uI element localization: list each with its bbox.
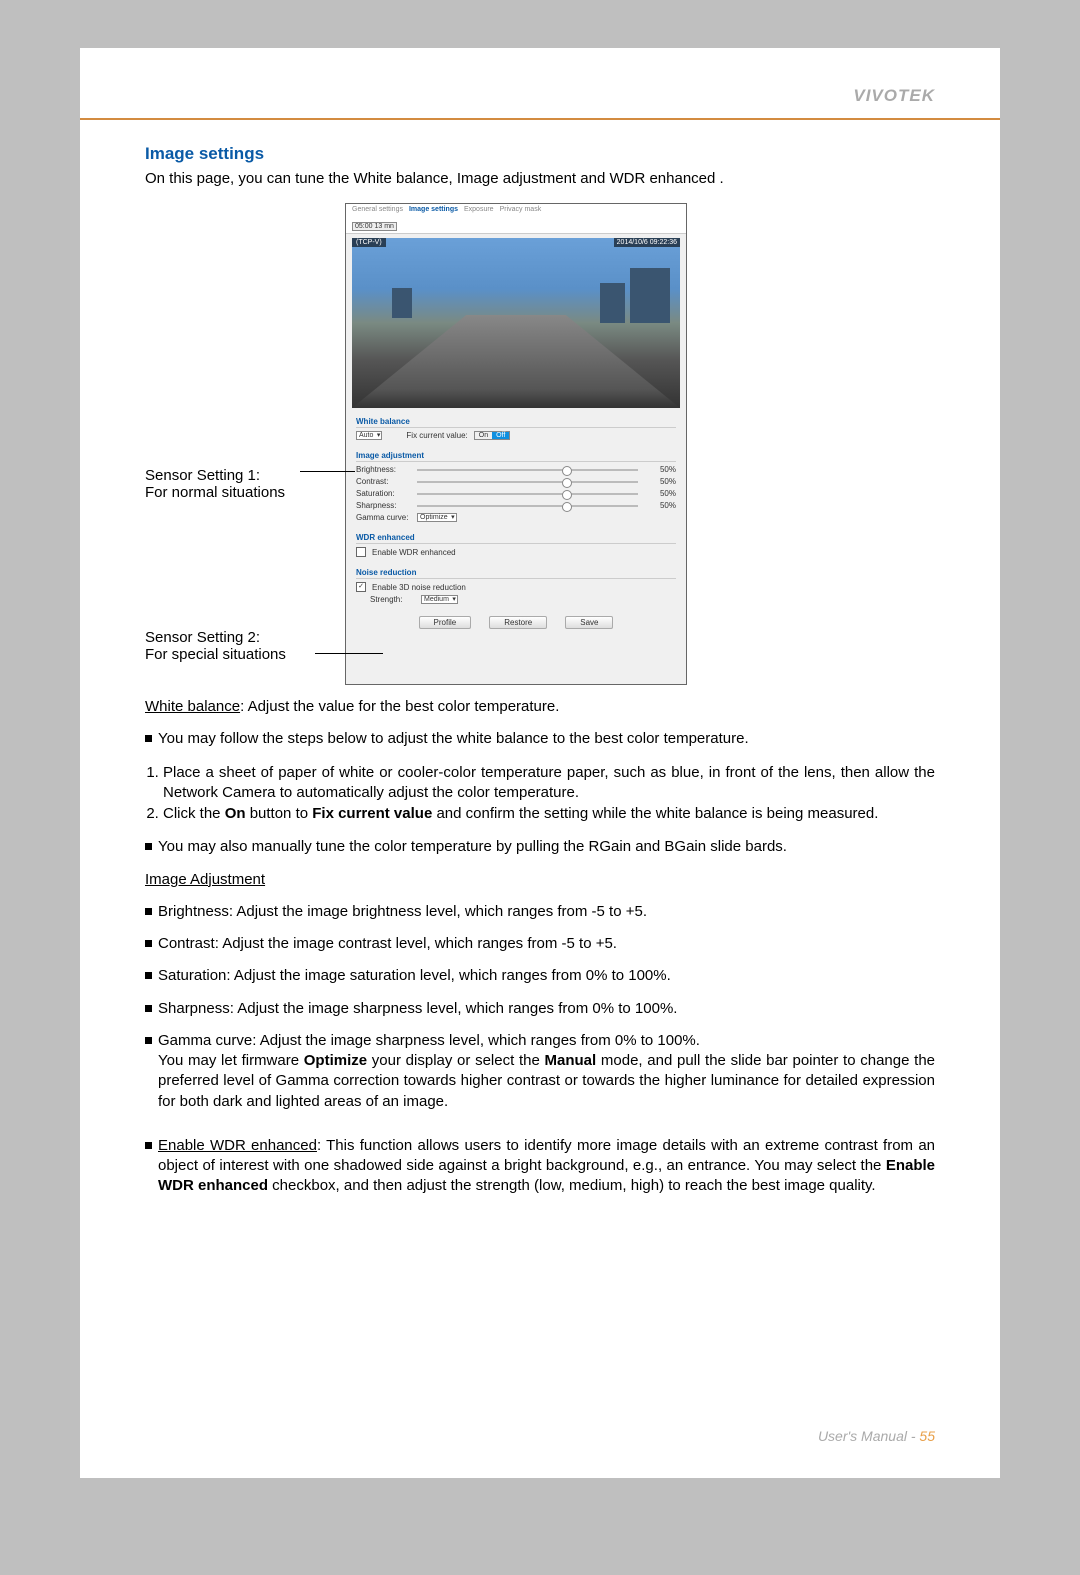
section-white-balance: White balance Auto Fix current value: On… (346, 412, 686, 446)
bullet-icon (145, 940, 152, 947)
tab-privacy-mask[interactable]: Privacy mask (500, 206, 542, 218)
label-sharpness: Sharpness: (356, 501, 411, 510)
intro-text: On this page, you can tune the White bal… (145, 170, 935, 187)
wb-manual: You may also manually tune the color tem… (158, 837, 787, 857)
section-noise-reduction: Noise reduction ✓ Enable 3D noise reducti… (346, 563, 686, 610)
callout-sensor-2: Sensor Setting 2: For special situations (145, 629, 286, 663)
fix-current-toggle[interactable]: On Off (474, 431, 511, 440)
label-contrast: Contrast: (356, 477, 411, 486)
panel-toolbar: 05:00 13 mn (346, 218, 686, 234)
profile-button[interactable]: Profile (419, 616, 472, 629)
tab-image-settings[interactable]: Image settings (409, 206, 458, 218)
video-preview: (TCP-V) 2014/10/6 09:22:36 (352, 238, 680, 408)
wb-head: White balance (145, 698, 240, 715)
footer-label: User's Manual - (818, 1428, 919, 1444)
step-2: Click the On button to Fix current value… (163, 804, 935, 824)
step-1: Place a sheet of paper of white or coole… (163, 763, 935, 804)
slider-saturation[interactable] (417, 493, 638, 495)
bullet-icon (145, 735, 152, 742)
page-footer: User's Manual - 55 (818, 1428, 935, 1444)
callout-1-line2: For normal situations (145, 484, 285, 501)
settings-diagram: General settings Image settings Exposure… (145, 203, 935, 683)
tab-general[interactable]: General settings (352, 206, 403, 218)
label-strength: Strength: (370, 595, 415, 604)
header-rule (80, 118, 1000, 120)
callout-1-line1: Sensor Setting 1: (145, 467, 285, 484)
wdr-enable-label: Enable WDR enhanced (372, 548, 456, 557)
value-sharpness: 50% (650, 501, 676, 510)
stream-label: (TCP-V) (352, 238, 386, 247)
label-gamma: Gamma curve: (356, 513, 411, 522)
select-gamma[interactable]: Optimize (417, 513, 457, 522)
label-brightness: Brightness: (356, 465, 411, 474)
nr-title: Noise reduction (356, 568, 676, 579)
bullet-icon (145, 1037, 152, 1044)
section-heading: Image settings (145, 144, 935, 164)
wb-title: White balance (356, 417, 676, 428)
nr-enable-label: Enable 3D noise reduction (372, 583, 466, 592)
value-saturation: 50% (650, 489, 676, 498)
value-brightness: 50% (650, 465, 676, 474)
select-strength[interactable]: Medium (421, 595, 458, 604)
toggle-on[interactable]: On (475, 432, 492, 439)
img-title: Image adjustment (356, 451, 676, 462)
wb-follow: You may follow the steps below to adjust… (158, 729, 749, 749)
li-sharpness: Sharpness: Adjust the image sharpness le… (158, 999, 677, 1019)
li-wdr: Enable WDR enhanced: This function allow… (158, 1136, 935, 1197)
tab-exposure[interactable]: Exposure (464, 206, 494, 218)
callout-2-line2: For special situations (145, 646, 286, 663)
section-wdr: WDR enhanced Enable WDR enhanced (346, 528, 686, 563)
li-saturation: Saturation: Adjust the image saturation … (158, 966, 671, 986)
timestamp-label: 2014/10/6 09:22:36 (614, 238, 680, 247)
bullet-icon (145, 1005, 152, 1012)
bullet-icon (145, 908, 152, 915)
wb-mode-select[interactable]: Auto (356, 431, 382, 440)
save-button[interactable]: Save (565, 616, 613, 629)
panel-buttons: Profile Restore Save (346, 616, 686, 629)
img-adj-head: Image Adjustment (145, 871, 265, 888)
slider-contrast[interactable] (417, 481, 638, 483)
slider-brightness[interactable] (417, 469, 638, 471)
footer-page-number: 55 (919, 1428, 935, 1444)
body-text: White balance: Adjust the value for the … (145, 697, 935, 1197)
settings-panel: General settings Image settings Exposure… (345, 203, 687, 685)
li-gamma: Gamma curve: Adjust the image sharpness … (158, 1031, 935, 1112)
bullet-icon (145, 972, 152, 979)
bullet-icon (145, 1142, 152, 1149)
panel-tabs: General settings Image settings Exposure… (346, 204, 686, 218)
label-saturation: Saturation: (356, 489, 411, 498)
wdr-title: WDR enhanced (356, 533, 676, 544)
fix-current-label: Fix current value: (406, 431, 467, 440)
checkbox-wdr[interactable] (356, 547, 366, 557)
callout-sensor-1: Sensor Setting 1: For normal situations (145, 467, 285, 501)
li-contrast: Contrast: Adjust the image contrast leve… (158, 934, 617, 954)
value-contrast: 50% (650, 477, 676, 486)
li-brightness: Brightness: Adjust the image brightness … (158, 902, 647, 922)
bullet-icon (145, 843, 152, 850)
callout-2-line1: Sensor Setting 2: (145, 629, 286, 646)
reset-indicator[interactable]: 05:00 13 mn (352, 222, 397, 231)
toggle-off[interactable]: Off (492, 432, 509, 439)
brand-text: VIVOTEK (853, 86, 935, 106)
wb-tail: : Adjust the value for the best color te… (240, 698, 559, 715)
slider-sharpness[interactable] (417, 505, 638, 507)
checkbox-nr[interactable]: ✓ (356, 582, 366, 592)
restore-button[interactable]: Restore (489, 616, 547, 629)
section-image-adjustment: Image adjustment Brightness: 50% Contrast… (346, 446, 686, 528)
